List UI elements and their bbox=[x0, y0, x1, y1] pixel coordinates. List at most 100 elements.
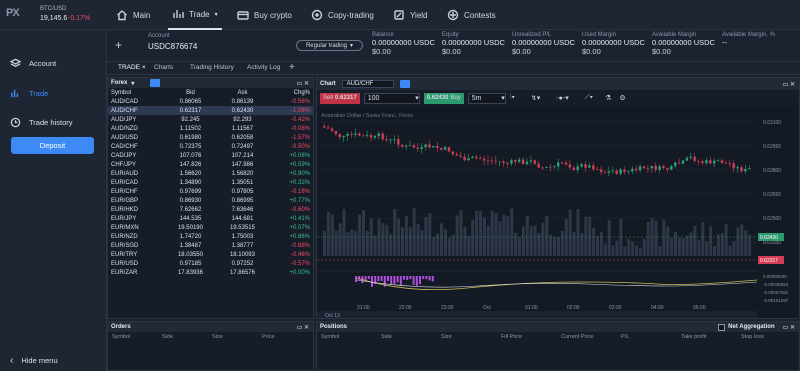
column-header[interactable]: Current Price bbox=[557, 334, 617, 340]
table-row[interactable]: EUR/SGD 1.38487 1.38777 -0.88% bbox=[108, 241, 313, 250]
table-row[interactable]: CAD/JPY 107.076 107.214 +0.08% bbox=[108, 151, 313, 160]
candle-body bbox=[459, 155, 462, 157]
column-header[interactable]: Fill Price bbox=[497, 334, 557, 340]
candle-body bbox=[404, 145, 408, 147]
column-header[interactable]: P/L bbox=[617, 334, 677, 340]
candle-body bbox=[553, 166, 556, 168]
column-header[interactable]: Side bbox=[377, 334, 437, 340]
table-row[interactable]: AUD/USD 0.61980 0.62058 -1.57% bbox=[108, 133, 313, 142]
table-row[interactable]: EUR/JPY 144.535 144.681 +0.41% bbox=[108, 214, 313, 223]
nav-main[interactable]: Main bbox=[116, 0, 150, 30]
chevron-down-icon: ▾ bbox=[501, 95, 505, 102]
column-header[interactable]: Stop loss bbox=[737, 334, 797, 340]
tab-trading-history[interactable]: Trading History bbox=[190, 64, 234, 71]
logo[interactable]: PX bbox=[6, 7, 28, 21]
column-header[interactable]: Symbol bbox=[108, 334, 158, 340]
candle-body bbox=[393, 139, 396, 141]
window-icon[interactable]: ▭ ✕ bbox=[297, 80, 309, 87]
table-cell: 0.62058 bbox=[231, 134, 254, 141]
window-icon[interactable]: ▭ ✕ bbox=[783, 81, 795, 88]
x-tick-label: 02:00 bbox=[567, 305, 580, 311]
hide-menu-button[interactable]: ‹ Hide menu bbox=[10, 355, 58, 366]
table-row[interactable]: EUR/HKD 7.62662 7.63646 -0.60% bbox=[108, 205, 313, 214]
tab-charts[interactable]: Charts bbox=[154, 64, 173, 71]
interval-select[interactable]: 5m ▾ bbox=[467, 92, 506, 104]
volume-bar bbox=[518, 237, 521, 256]
table-row[interactable]: EUR/ZAR 17.83936 17.86576 +0.00% bbox=[108, 268, 313, 277]
nav-contests[interactable]: Contests bbox=[447, 0, 496, 30]
tab-activity-log[interactable]: Activity Log bbox=[247, 64, 280, 71]
column-header[interactable]: Side bbox=[158, 334, 208, 340]
draw-icon[interactable]: ⟋▾ bbox=[585, 94, 593, 102]
candle-body bbox=[389, 139, 392, 141]
orders-columns: Symbol Side Size Price bbox=[108, 332, 313, 342]
symbol-input[interactable]: AUD/CHF bbox=[341, 80, 394, 88]
table-row[interactable]: EUR/AUD 1.56620 1.56820 +0.90% bbox=[108, 169, 313, 178]
sidebar-item-trade[interactable]: Trade bbox=[10, 88, 48, 99]
column-header[interactable]: Symbol bbox=[317, 334, 377, 340]
buy-button[interactable]: 0.62430 Buy bbox=[423, 92, 464, 104]
window-icon[interactable]: ▭ ✕ bbox=[297, 324, 309, 331]
volume-bar bbox=[623, 246, 627, 256]
indicator-icon[interactable]: ↯▾ bbox=[531, 94, 540, 102]
line-style-icon[interactable]: -●-▾ bbox=[556, 94, 568, 102]
volume-bar bbox=[557, 237, 560, 256]
table-row[interactable]: AUD/CAD 0.86065 0.86139 -0.56% bbox=[108, 97, 313, 106]
table-row[interactable]: EUR/USD 0.97185 0.97252 -0.57% bbox=[108, 259, 313, 268]
column-header[interactable]: Chg% bbox=[268, 88, 313, 97]
quantity-select[interactable]: 100 ▾ bbox=[363, 92, 420, 104]
table-row[interactable]: AUD/CHF 0.62317 0.62430 -1.08% bbox=[108, 106, 313, 115]
settings-icon[interactable] bbox=[399, 80, 410, 88]
settings-icon[interactable] bbox=[150, 79, 161, 87]
table-row[interactable]: EUR/GBP 0.86930 0.86995 +0.77% bbox=[108, 196, 313, 205]
stat-3: Used Margin 0.00000000 USDC $0.00 bbox=[582, 32, 645, 56]
column-header[interactable]: Size bbox=[208, 334, 258, 340]
volume-bar bbox=[475, 210, 479, 256]
table-row[interactable]: EUR/NZD 1.74720 1.75003 +0.86% bbox=[108, 232, 313, 241]
window-icon[interactable]: ▭ ✕ bbox=[783, 324, 795, 331]
column-header[interactable]: Bid bbox=[164, 88, 216, 97]
nav-buy-crypto[interactable]: Buy crypto bbox=[237, 0, 292, 30]
nav-copy-trading[interactable]: Copy-trading bbox=[311, 0, 374, 30]
table-cell: -0.08% bbox=[290, 125, 310, 132]
table-row[interactable]: EUR/MXN 19.50190 19.53515 +0.07% bbox=[108, 223, 313, 232]
sell-button[interactable]: Sell 0.62317 bbox=[320, 92, 360, 104]
column-header[interactable]: Take profit bbox=[677, 334, 737, 340]
add-account-icon[interactable]: + bbox=[115, 38, 122, 52]
add-tab-icon[interactable]: + bbox=[289, 62, 295, 73]
candles-icon[interactable]: ⫶▾ bbox=[510, 94, 515, 102]
sidebar-item-account[interactable]: Account bbox=[10, 58, 56, 69]
sidebar-item-trade-history[interactable]: Trade history bbox=[10, 117, 73, 128]
trading-mode-select[interactable]: Regular trading ▾ bbox=[296, 40, 363, 51]
table-cell: AUD/CHF bbox=[108, 106, 165, 115]
table-cell: 0.72497 bbox=[231, 143, 254, 150]
tab-trade[interactable]: TRADE × bbox=[118, 64, 146, 71]
nav-trade[interactable]: Trade ▾ bbox=[168, 0, 222, 30]
column-header[interactable]: Symbol bbox=[108, 88, 164, 97]
volume-bar bbox=[736, 227, 740, 256]
deposit-button[interactable]: Deposit bbox=[11, 137, 94, 154]
oscillator-bar bbox=[409, 276, 412, 280]
table-row[interactable]: EUR/CHF 0.97699 0.97805 -0.18% bbox=[108, 187, 313, 196]
chevron-down-icon[interactable]: ▾ bbox=[131, 80, 134, 87]
price-chart[interactable]: Australian Dollar / Swiss Franc, Forex 0.… bbox=[317, 106, 799, 318]
candle-body bbox=[549, 166, 552, 168]
gear-icon[interactable]: ⚙ bbox=[619, 94, 625, 102]
table-row[interactable]: CHF/JPY 147.826 147.986 +0.59% bbox=[108, 160, 313, 169]
table-row[interactable]: AUD/NZD 1.11502 1.11567 -0.08% bbox=[108, 124, 313, 133]
nav-yield[interactable]: Yield bbox=[393, 0, 428, 30]
column-header[interactable]: Size bbox=[437, 334, 497, 340]
table-cell: 19.50190 bbox=[177, 224, 203, 231]
net-aggregation-checkbox[interactable] bbox=[718, 323, 726, 331]
table-row[interactable]: EUR/CAD 1.34890 1.35051 +0.32% bbox=[108, 178, 313, 187]
volume-bar bbox=[596, 236, 599, 256]
column-header[interactable]: Price bbox=[258, 334, 308, 340]
table-row[interactable]: CAD/CHF 0.72375 0.72497 -0.50% bbox=[108, 142, 313, 151]
table-row[interactable]: AUD/JPY 92.245 92.293 -0.42% bbox=[108, 115, 313, 124]
table-row[interactable]: EUR/TRY 18.03550 18.10093 -0.46% bbox=[108, 250, 313, 259]
candle-body bbox=[373, 135, 377, 138]
candle-body bbox=[358, 133, 361, 136]
candle-body bbox=[716, 160, 720, 162]
column-header[interactable]: Ask bbox=[216, 88, 268, 97]
flask-icon[interactable]: ⚗ bbox=[605, 94, 611, 102]
